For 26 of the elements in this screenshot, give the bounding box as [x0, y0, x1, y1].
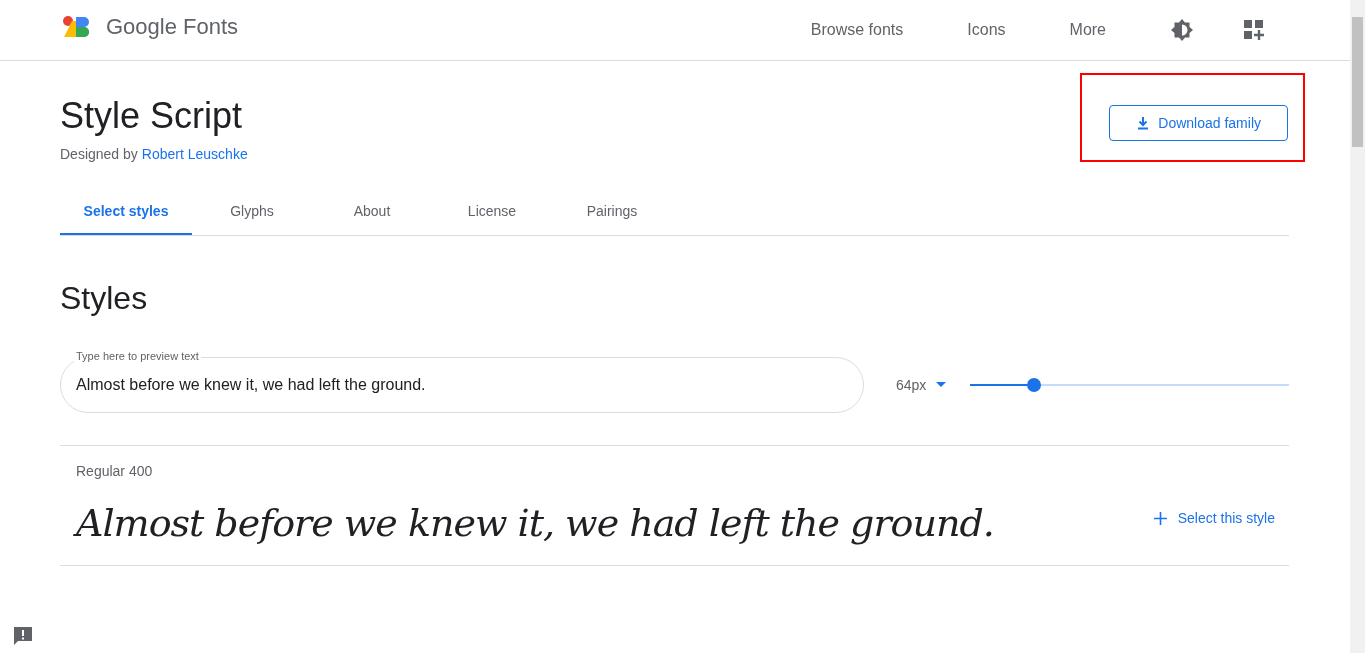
tab[interactable]: Pairings [552, 188, 672, 235]
feedback-icon[interactable] [12, 625, 34, 647]
add-grid-icon[interactable] [1243, 19, 1265, 41]
designer-link[interactable]: Robert Leuschke [141, 146, 248, 162]
nav-link[interactable]: More [1069, 21, 1106, 39]
section-title: Styles [60, 280, 149, 317]
logo-text[interactable]: Google Fonts [106, 14, 239, 40]
download-button[interactable]: Download family [1109, 105, 1288, 141]
font-title: Style Script [60, 95, 244, 137]
tab[interactable]: License [432, 188, 552, 235]
select-style-button[interactable]: Select this style [1147, 509, 1281, 527]
size-dropdown[interactable]: 64px [896, 377, 970, 393]
caret-icon [936, 382, 947, 388]
download-icon [1136, 116, 1151, 130]
size-slider[interactable] [970, 378, 1289, 392]
field-label: Type here to preview text [74, 350, 201, 363]
designer-label: Designed by [60, 146, 138, 162]
tab[interactable]: About [312, 188, 432, 235]
tab[interactable]: Select styles [60, 188, 192, 235]
theme-toggle-icon[interactable] [1170, 18, 1194, 42]
nav-link[interactable]: Icons [967, 21, 1006, 39]
style-name: Regular 400 [76, 463, 154, 479]
scrollbar[interactable] [1350, 0, 1365, 653]
plus-icon [1153, 511, 1167, 525]
nav-link[interactable]: Browse fonts [810, 21, 904, 39]
tab[interactable]: Glyphs [192, 188, 312, 235]
